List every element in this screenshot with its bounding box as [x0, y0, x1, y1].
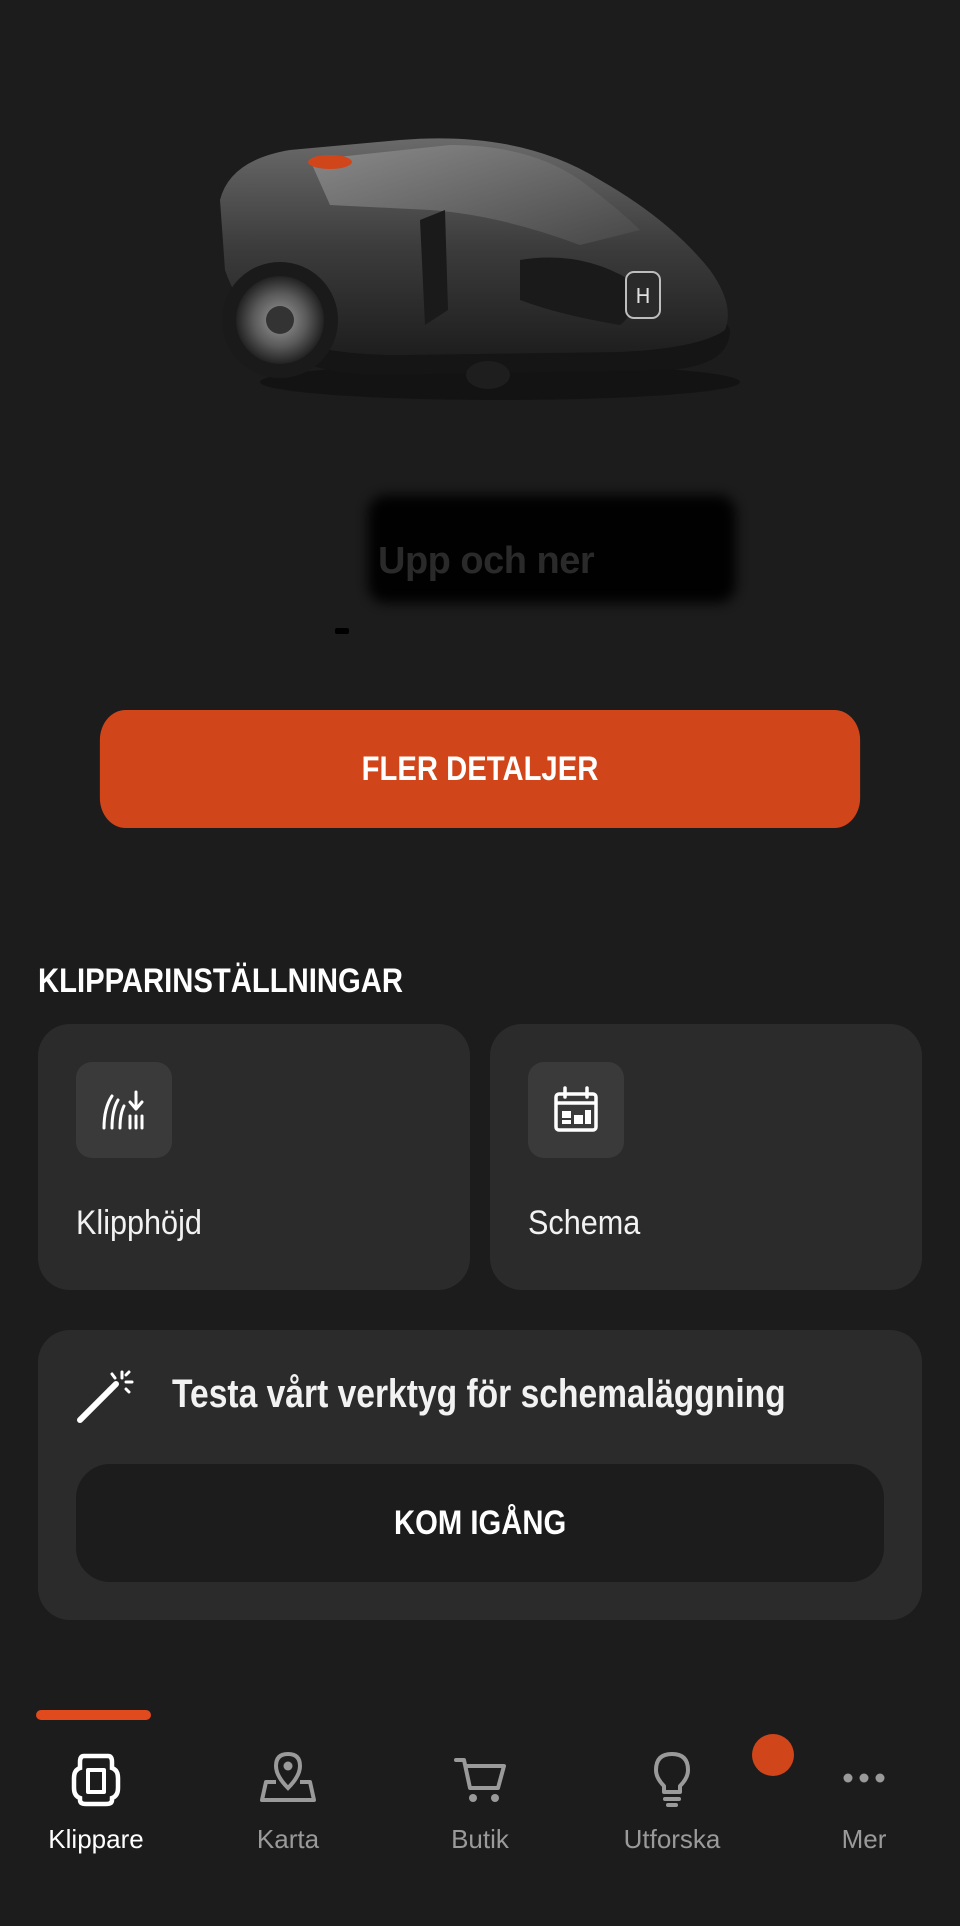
- mower-status-text: Upp och ner: [378, 540, 595, 582]
- get-started-label: KOM IGÅNG: [393, 1503, 567, 1542]
- cutting-height-label: Klipphöjd: [76, 1204, 202, 1242]
- settings-section-title: KLIPPARINSTÄLLNINGAR: [38, 962, 403, 1000]
- status-speck: [335, 628, 349, 634]
- calendar-icon: [528, 1062, 624, 1158]
- scheduling-tool-card: Testa vårt verktyg för schemaläggning KO…: [38, 1330, 922, 1620]
- tab-butik[interactable]: Butik: [384, 1740, 576, 1880]
- tab-mer[interactable]: Mer: [768, 1740, 960, 1880]
- tab-karta[interactable]: Karta: [192, 1740, 384, 1880]
- bottom-tab-bar: Klippare Karta Butik Utforska Mer: [0, 1700, 960, 1926]
- tab-label-utforska: Utforska: [623, 1824, 721, 1854]
- mower-icon: [66, 1748, 126, 1808]
- map-pin-icon: [258, 1748, 318, 1808]
- more-details-button[interactable]: FLER DETALJER: [99, 710, 861, 828]
- tab-klippare[interactable]: Klippare: [0, 1740, 192, 1880]
- tab-label-mer: Mer: [841, 1824, 887, 1854]
- schedule-label: Schema: [528, 1204, 641, 1242]
- schedule-tile[interactable]: Schema: [490, 1024, 922, 1290]
- tab-label-klippare: Klippare: [48, 1824, 144, 1854]
- promo-title: Testa vårt verktyg för schemaläggning: [172, 1372, 786, 1416]
- magic-wand-icon: [74, 1366, 134, 1426]
- cutting-height-icon: [76, 1062, 172, 1158]
- tab-label-butik: Butik: [451, 1824, 509, 1854]
- get-started-button[interactable]: KOM IGÅNG: [76, 1464, 884, 1582]
- more-icon: [834, 1748, 894, 1808]
- tab-utforska[interactable]: Utforska: [576, 1734, 794, 1880]
- active-tab-indicator: [36, 1710, 151, 1720]
- svg-text:H: H: [635, 284, 650, 308]
- cart-icon: [450, 1748, 510, 1808]
- cutting-height-tile[interactable]: Klipphöjd: [38, 1024, 470, 1290]
- mower-image: H: [200, 120, 760, 410]
- tab-label-karta: Karta: [256, 1824, 320, 1854]
- lightbulb-icon: [642, 1734, 794, 1808]
